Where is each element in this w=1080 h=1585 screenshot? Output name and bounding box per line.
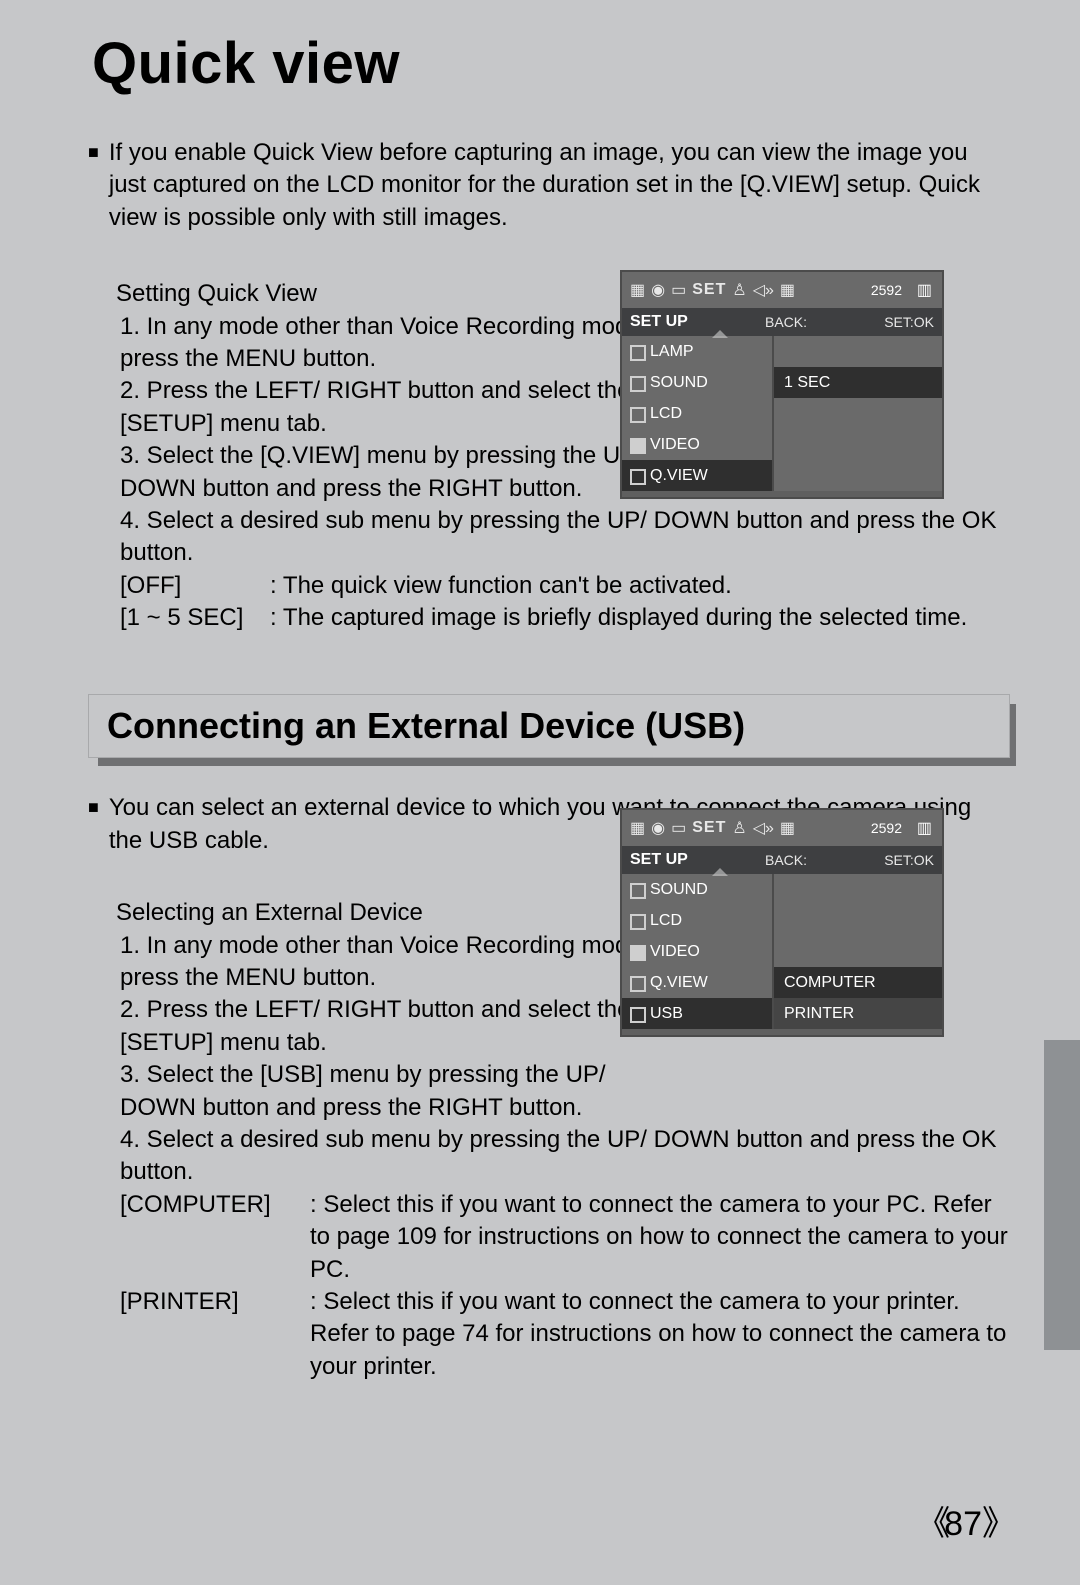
lcd1-set-tab: SET xyxy=(692,281,726,299)
section1-intro: If you enable Quick View before capturin… xyxy=(109,137,1010,234)
section2-opt1-desc: : Select this if you want to connect the… xyxy=(310,1189,1010,1286)
lcd1-list: LAMP SOUND LCD VIDEO Q.VIEW 1 SEC xyxy=(622,336,942,491)
lcd1-value: 1 SEC xyxy=(774,367,942,398)
lcd1-header-back: BACK: xyxy=(765,314,807,330)
speaker-icon: ◁» xyxy=(753,818,774,838)
battery-icon: ▥ xyxy=(917,818,932,838)
section2-title: Connecting an External Device (USB) xyxy=(88,694,1010,758)
lcd1-item-video: VIDEO xyxy=(622,429,772,460)
lcd2-set-tab: SET xyxy=(692,819,726,837)
section2-opt1-key: [COMPUTER] xyxy=(120,1189,310,1286)
mode-icon: ▭ xyxy=(671,280,686,300)
lcd1-header: SET UP BACK: SET:OK xyxy=(622,308,942,336)
lcd1-resolution: 2592 xyxy=(871,282,902,298)
speaker-icon: ◁» xyxy=(753,280,774,300)
page-title: Quick view xyxy=(0,0,1080,97)
page-number: 87 xyxy=(916,1496,1010,1545)
battery-icon: ▥ xyxy=(917,280,932,300)
lcd1-item-sound: SOUND xyxy=(622,367,772,398)
lcd2-item-lcd: LCD xyxy=(622,905,772,936)
section2-step-3: 3. Select the [USB] menu by pressing the… xyxy=(120,1059,660,1124)
section2-step-4: 4. Select a desired sub menu by pressing… xyxy=(120,1124,1010,1189)
camera-icon: ◉ xyxy=(651,280,665,300)
lcd2-header: SET UP BACK: SET:OK xyxy=(622,846,942,874)
lcd2-item-qview: Q.VIEW xyxy=(622,967,772,998)
lcd2-resolution: 2592 xyxy=(871,820,902,836)
mode-icon: ▭ xyxy=(671,818,686,838)
lcd1-header-title: SET UP xyxy=(630,313,688,331)
section1-opt2-key: [1 ~ 5 SEC] xyxy=(120,602,270,634)
lcd1-item-lamp: LAMP xyxy=(622,336,772,367)
section1-step-3: 3. Select the [Q.VIEW] menu by pressing … xyxy=(120,440,660,505)
lcd2-value-printer: PRINTER xyxy=(774,998,942,1029)
lcd1-header-ok: SET:OK xyxy=(884,314,934,330)
person-icon: ♙ xyxy=(732,280,746,300)
lcd2-item-video: VIDEO xyxy=(622,936,772,967)
person-icon: ♙ xyxy=(732,818,746,838)
section1-opt2-desc: : The captured image is briefly displaye… xyxy=(270,602,967,634)
lcd2-value-computer: COMPUTER xyxy=(774,967,942,998)
card-icon: ▦ xyxy=(630,818,645,838)
bullet-icon: ■ xyxy=(88,792,99,857)
section1-step-2: 2. Press the LEFT/ RIGHT button and sele… xyxy=(120,375,660,440)
section2-step-2: 2. Press the LEFT/ RIGHT button and sele… xyxy=(120,994,660,1059)
thumb-tab xyxy=(1044,1040,1080,1350)
lcd2-item-sound: SOUND xyxy=(622,874,772,905)
lcd-screenshot-qview: ▦ ◉ ▭ SET ♙ ◁» ▦ 2592 ▥ SET UP BACK: SET… xyxy=(620,270,944,499)
section1-opt1-key: [OFF] xyxy=(120,570,270,602)
grid-icon: ▦ xyxy=(780,818,795,838)
lcd1-tabbar: ▦ ◉ ▭ SET ♙ ◁» ▦ 2592 ▥ xyxy=(622,272,942,308)
lcd2-header-back: BACK: xyxy=(765,852,807,868)
lcd2-list: SOUND LCD VIDEO Q.VIEW USB COMPUTER PRIN… xyxy=(622,874,942,1029)
lcd-screenshot-usb: ▦ ◉ ▭ SET ♙ ◁» ▦ 2592 ▥ SET UP BACK: SET… xyxy=(620,808,944,1037)
card-icon: ▦ xyxy=(630,280,645,300)
camera-icon: ◉ xyxy=(651,818,665,838)
manual-page: Quick view ■ If you enable Quick View be… xyxy=(0,0,1080,1585)
section1-step-4: 4. Select a desired sub menu by pressing… xyxy=(120,505,1010,570)
section2-opt2-key: [PRINTER] xyxy=(120,1286,310,1383)
section2-opt2-desc: : Select this if you want to connect the… xyxy=(310,1286,1010,1383)
lcd1-item-qview: Q.VIEW xyxy=(622,460,772,491)
section2-step-1: 1. In any mode other than Voice Recordin… xyxy=(120,930,660,995)
lcd1-item-lcd: LCD xyxy=(622,398,772,429)
lcd2-header-title: SET UP xyxy=(630,851,688,869)
lcd2-tabbar: ▦ ◉ ▭ SET ♙ ◁» ▦ 2592 ▥ xyxy=(622,810,942,846)
lcd2-item-usb: USB xyxy=(622,998,772,1029)
section1-opt1-desc: : The quick view function can't be activ… xyxy=(270,570,732,602)
section1-step-1: 1. In any mode other than Voice Recordin… xyxy=(120,311,660,376)
section2-header: Connecting an External Device (USB) xyxy=(88,694,1010,758)
lcd2-header-ok: SET:OK xyxy=(884,852,934,868)
grid-icon: ▦ xyxy=(780,280,795,300)
bullet-icon: ■ xyxy=(88,137,99,234)
